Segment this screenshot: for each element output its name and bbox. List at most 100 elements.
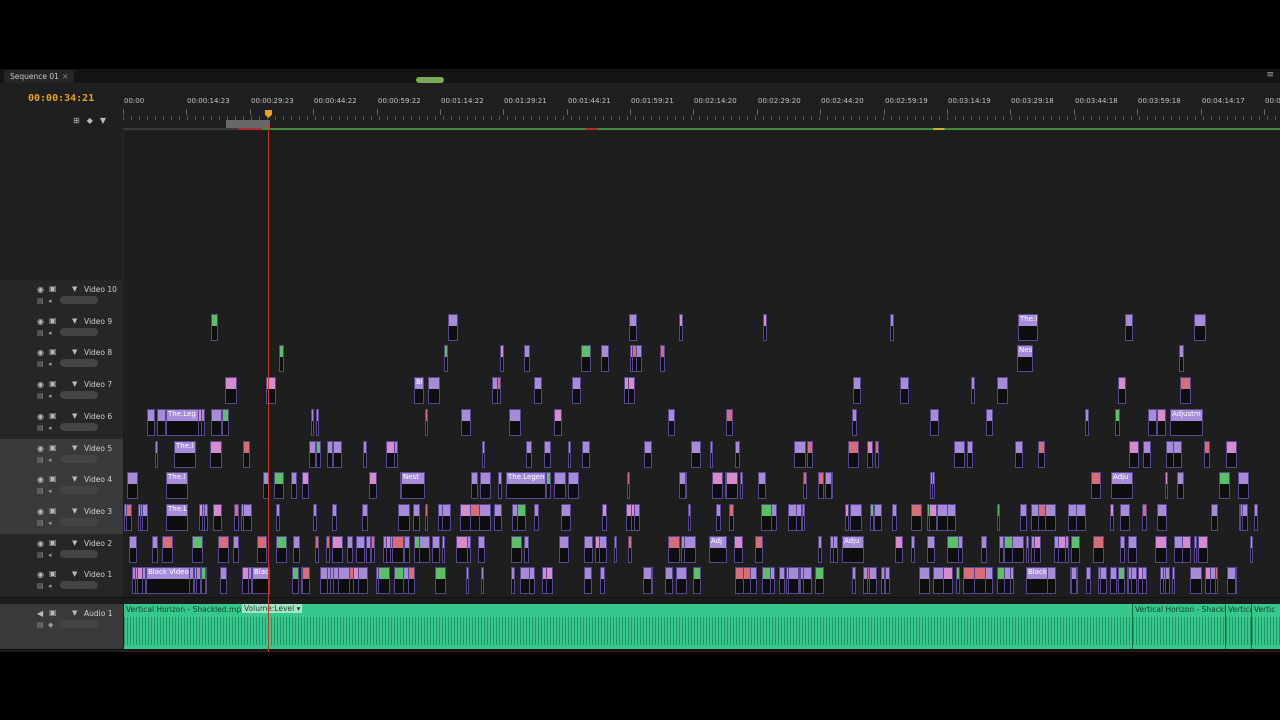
track-body[interactable]: The.l (124, 439, 1280, 471)
video-clip[interactable] (796, 504, 802, 531)
video-clip[interactable] (668, 536, 680, 563)
video-clip[interactable] (211, 314, 218, 341)
video-clip[interactable] (1179, 345, 1184, 372)
video-clip[interactable] (1129, 441, 1139, 468)
video-clip[interactable] (218, 536, 229, 563)
video-clip[interactable] (761, 504, 772, 531)
video-clip[interactable] (362, 504, 368, 531)
video-clip[interactable] (257, 536, 267, 563)
video-clip[interactable] (885, 567, 890, 594)
video-clip[interactable] (1205, 567, 1211, 594)
track-body[interactable]: The.l (124, 312, 1280, 344)
video-clip[interactable] (956, 567, 960, 594)
video-clip[interactable] (643, 567, 652, 594)
video-clip[interactable] (201, 567, 206, 594)
video-clip[interactable] (602, 504, 607, 531)
video-clip[interactable] (210, 441, 222, 468)
video-clip[interactable] (316, 441, 321, 468)
video-clip[interactable] (404, 536, 410, 563)
video-clip[interactable] (358, 567, 368, 594)
video-clip[interactable] (693, 567, 701, 594)
video-clip[interactable] (1120, 504, 1130, 531)
video-clip[interactable] (524, 345, 530, 372)
video-clip[interactable] (624, 377, 629, 404)
video-clip[interactable] (520, 567, 530, 594)
eye-icon[interactable]: ◉ (37, 507, 44, 516)
video-clip[interactable] (807, 441, 813, 468)
eye-icon[interactable]: ◉ (37, 412, 44, 421)
audio-track-1[interactable]: ◀ ▣ ▼ Audio 1 ▤ ◆ Vertical Horizon - Shackled.… (0, 604, 1280, 650)
video-clip[interactable] (211, 409, 222, 436)
video-clip[interactable] (1142, 567, 1147, 594)
snap-icon[interactable]: ⊞ (73, 116, 80, 125)
track-body[interactable]: The.Leg Adjustm (124, 407, 1280, 439)
video-clip[interactable] (710, 441, 713, 468)
video-clip[interactable] (919, 567, 930, 594)
video-clip[interactable] (1120, 536, 1125, 563)
video-clip[interactable] (1128, 536, 1137, 563)
video-clip[interactable] (534, 377, 542, 404)
video-clip[interactable] (954, 441, 965, 468)
video-clip[interactable] (1020, 504, 1027, 531)
track-body[interactable]: Bl (124, 375, 1280, 407)
keyframe-control-pill[interactable] (60, 518, 98, 526)
sync-lock-icon[interactable]: ▣ (49, 443, 57, 452)
video-clip[interactable] (316, 409, 319, 436)
video-clip[interactable] (554, 472, 566, 499)
video-track-7[interactable]: ◉ ▣ ▼ Video 7 ▤ ◂ Bl (0, 375, 1280, 408)
video-clip[interactable] (911, 536, 915, 563)
video-clip[interactable] (512, 504, 518, 531)
video-clip[interactable] (542, 567, 547, 594)
keyframe-display-icon[interactable]: ▤ (37, 519, 44, 527)
video-clip[interactable] (291, 472, 297, 499)
video-clip[interactable]: The.l (174, 441, 196, 468)
video-clip[interactable] (911, 504, 922, 531)
video-clip[interactable] (276, 536, 287, 563)
video-clip[interactable]: The.l (1018, 314, 1038, 341)
video-clip[interactable] (852, 567, 856, 594)
video-clip[interactable] (471, 472, 478, 499)
track-body[interactable]: Nes (124, 343, 1280, 375)
expand-triangle-icon[interactable]: ▼ (72, 609, 77, 617)
video-clip[interactable] (1182, 536, 1191, 563)
video-clip[interactable] (1026, 536, 1029, 563)
video-clip[interactable] (900, 377, 909, 404)
video-clip[interactable] (243, 441, 250, 468)
video-clip[interactable] (313, 504, 317, 531)
video-clip[interactable] (614, 536, 617, 563)
video-clip[interactable] (309, 441, 316, 468)
video-clip[interactable] (644, 441, 652, 468)
keyframe-display-icon[interactable]: ▤ (37, 582, 44, 590)
video-clip[interactable] (155, 441, 158, 468)
video-clip[interactable] (582, 441, 590, 468)
video-clip[interactable] (509, 409, 521, 436)
video-clip[interactable] (660, 345, 665, 372)
video-clip[interactable]: Adjustm (1170, 409, 1203, 436)
video-clip[interactable] (1155, 536, 1167, 563)
video-clip[interactable] (480, 472, 491, 499)
video-track-8[interactable]: ◉ ▣ ▼ Video 8 ▤ ◂ Nes (0, 343, 1280, 376)
keyframe-nav-icon[interactable]: ◂ (48, 329, 52, 337)
video-clip[interactable] (425, 504, 428, 531)
video-clip[interactable] (572, 377, 581, 404)
video-clip[interactable] (1076, 504, 1086, 531)
video-clip[interactable] (378, 567, 390, 594)
video-clip[interactable] (688, 504, 691, 531)
video-clip[interactable] (1165, 472, 1168, 499)
keyframe-nav-icon[interactable]: ◂ (48, 519, 52, 527)
video-clip[interactable] (943, 567, 953, 594)
video-clip[interactable] (1194, 314, 1206, 341)
video-clip[interactable] (386, 536, 391, 563)
add-marker-icon[interactable]: ◆ (87, 116, 93, 125)
video-clip[interactable] (927, 504, 930, 531)
keyframe-nav-icon[interactable]: ◂ (48, 424, 52, 432)
keyframe-control-pill[interactable] (60, 486, 98, 494)
sync-lock-icon[interactable]: ▣ (49, 538, 57, 547)
video-clip[interactable] (668, 409, 675, 436)
video-clip[interactable] (712, 472, 723, 499)
zoom-scroll-handle[interactable] (416, 77, 444, 83)
video-clip[interactable] (852, 409, 857, 436)
video-clip[interactable]: Black (1026, 567, 1048, 594)
video-clip[interactable] (332, 536, 343, 563)
video-clip[interactable] (895, 536, 903, 563)
